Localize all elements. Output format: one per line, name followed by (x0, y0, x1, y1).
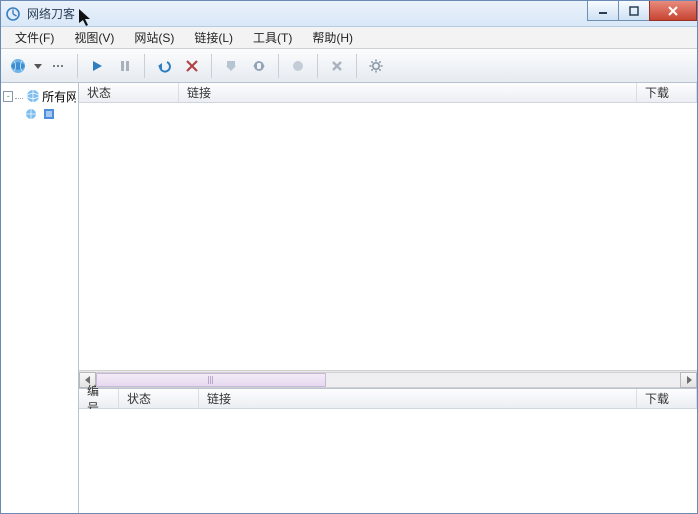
play-button[interactable] (84, 53, 110, 79)
menu-file[interactable]: 文件(F) (5, 27, 64, 48)
menu-tool[interactable]: 工具(T) (243, 27, 302, 48)
window-title: 网络刀客 (27, 5, 75, 22)
top-list: 状态 链接 下载 (79, 83, 697, 389)
maximize-button[interactable] (618, 1, 650, 21)
col-no[interactable]: 编号 (79, 389, 119, 408)
settings-button[interactable] (363, 53, 389, 79)
right-pane: 状态 链接 下载 编号 状态 链接 下载 (79, 83, 697, 513)
pause-button[interactable] (112, 53, 138, 79)
globe-button[interactable] (5, 53, 31, 79)
minimize-button[interactable] (587, 1, 619, 21)
record-button[interactable] (285, 53, 311, 79)
bottom-list-body (79, 409, 697, 513)
tree-child-row[interactable] (3, 105, 76, 123)
toolbar-separator (144, 54, 145, 78)
window-controls (588, 1, 697, 21)
toolbar-separator (211, 54, 212, 78)
toolbar-separator (317, 54, 318, 78)
workarea: - 所有网 状态 链接 下载 (1, 83, 697, 513)
globe-icon (25, 88, 40, 104)
toolbar-separator (77, 54, 78, 78)
top-list-hscrollbar (79, 370, 697, 388)
bottom-list-header: 编号 状态 链接 下载 (79, 389, 697, 409)
tree-root-row[interactable]: - 所有网 (3, 87, 76, 105)
app-icon (5, 6, 21, 22)
scroll-track[interactable] (96, 372, 680, 388)
tree-connector (15, 93, 23, 99)
col-link[interactable]: 链接 (199, 389, 637, 408)
scroll-grip-icon (208, 376, 214, 384)
tree-collapse-icon[interactable]: - (3, 91, 13, 102)
cancel-button[interactable] (324, 53, 350, 79)
menu-site[interactable]: 网站(S) (124, 27, 184, 48)
col-download[interactable]: 下载 (637, 83, 697, 102)
top-list-body (79, 103, 697, 370)
download-button[interactable] (218, 53, 244, 79)
top-list-header: 状态 链接 下载 (79, 83, 697, 103)
scroll-right-button[interactable] (680, 372, 697, 388)
tree-root-label: 所有网 (42, 88, 76, 105)
delete-button[interactable] (179, 53, 205, 79)
col-status[interactable]: 状态 (79, 83, 179, 102)
menu-help[interactable]: 帮助(H) (302, 27, 363, 48)
col-link[interactable]: 链接 (179, 83, 637, 102)
sidebar: - 所有网 (1, 83, 79, 513)
col-status[interactable]: 状态 (119, 389, 199, 408)
menubar: 文件(F) 视图(V) 网站(S) 链接(L) 工具(T) 帮助(H) (1, 27, 697, 49)
cursor-icon (79, 9, 97, 27)
close-button[interactable] (649, 1, 697, 21)
toolbar (1, 49, 697, 83)
bottom-list: 编号 状态 链接 下载 (79, 389, 697, 513)
undo-button[interactable] (151, 53, 177, 79)
menu-link[interactable]: 链接(L) (184, 27, 243, 48)
doc-icon (41, 106, 57, 122)
globe-dropdown[interactable] (33, 62, 43, 70)
refresh-button[interactable] (246, 53, 272, 79)
toolbar-separator (356, 54, 357, 78)
toolbar-overflow-button[interactable] (45, 53, 71, 79)
menu-view[interactable]: 视图(V) (64, 27, 124, 48)
tree: - 所有网 (1, 83, 78, 127)
globe-small-icon (23, 106, 39, 122)
titlebar: 网络刀客 (1, 1, 697, 27)
col-download[interactable]: 下载 (637, 389, 697, 408)
toolbar-separator (278, 54, 279, 78)
scroll-thumb[interactable] (96, 373, 326, 387)
